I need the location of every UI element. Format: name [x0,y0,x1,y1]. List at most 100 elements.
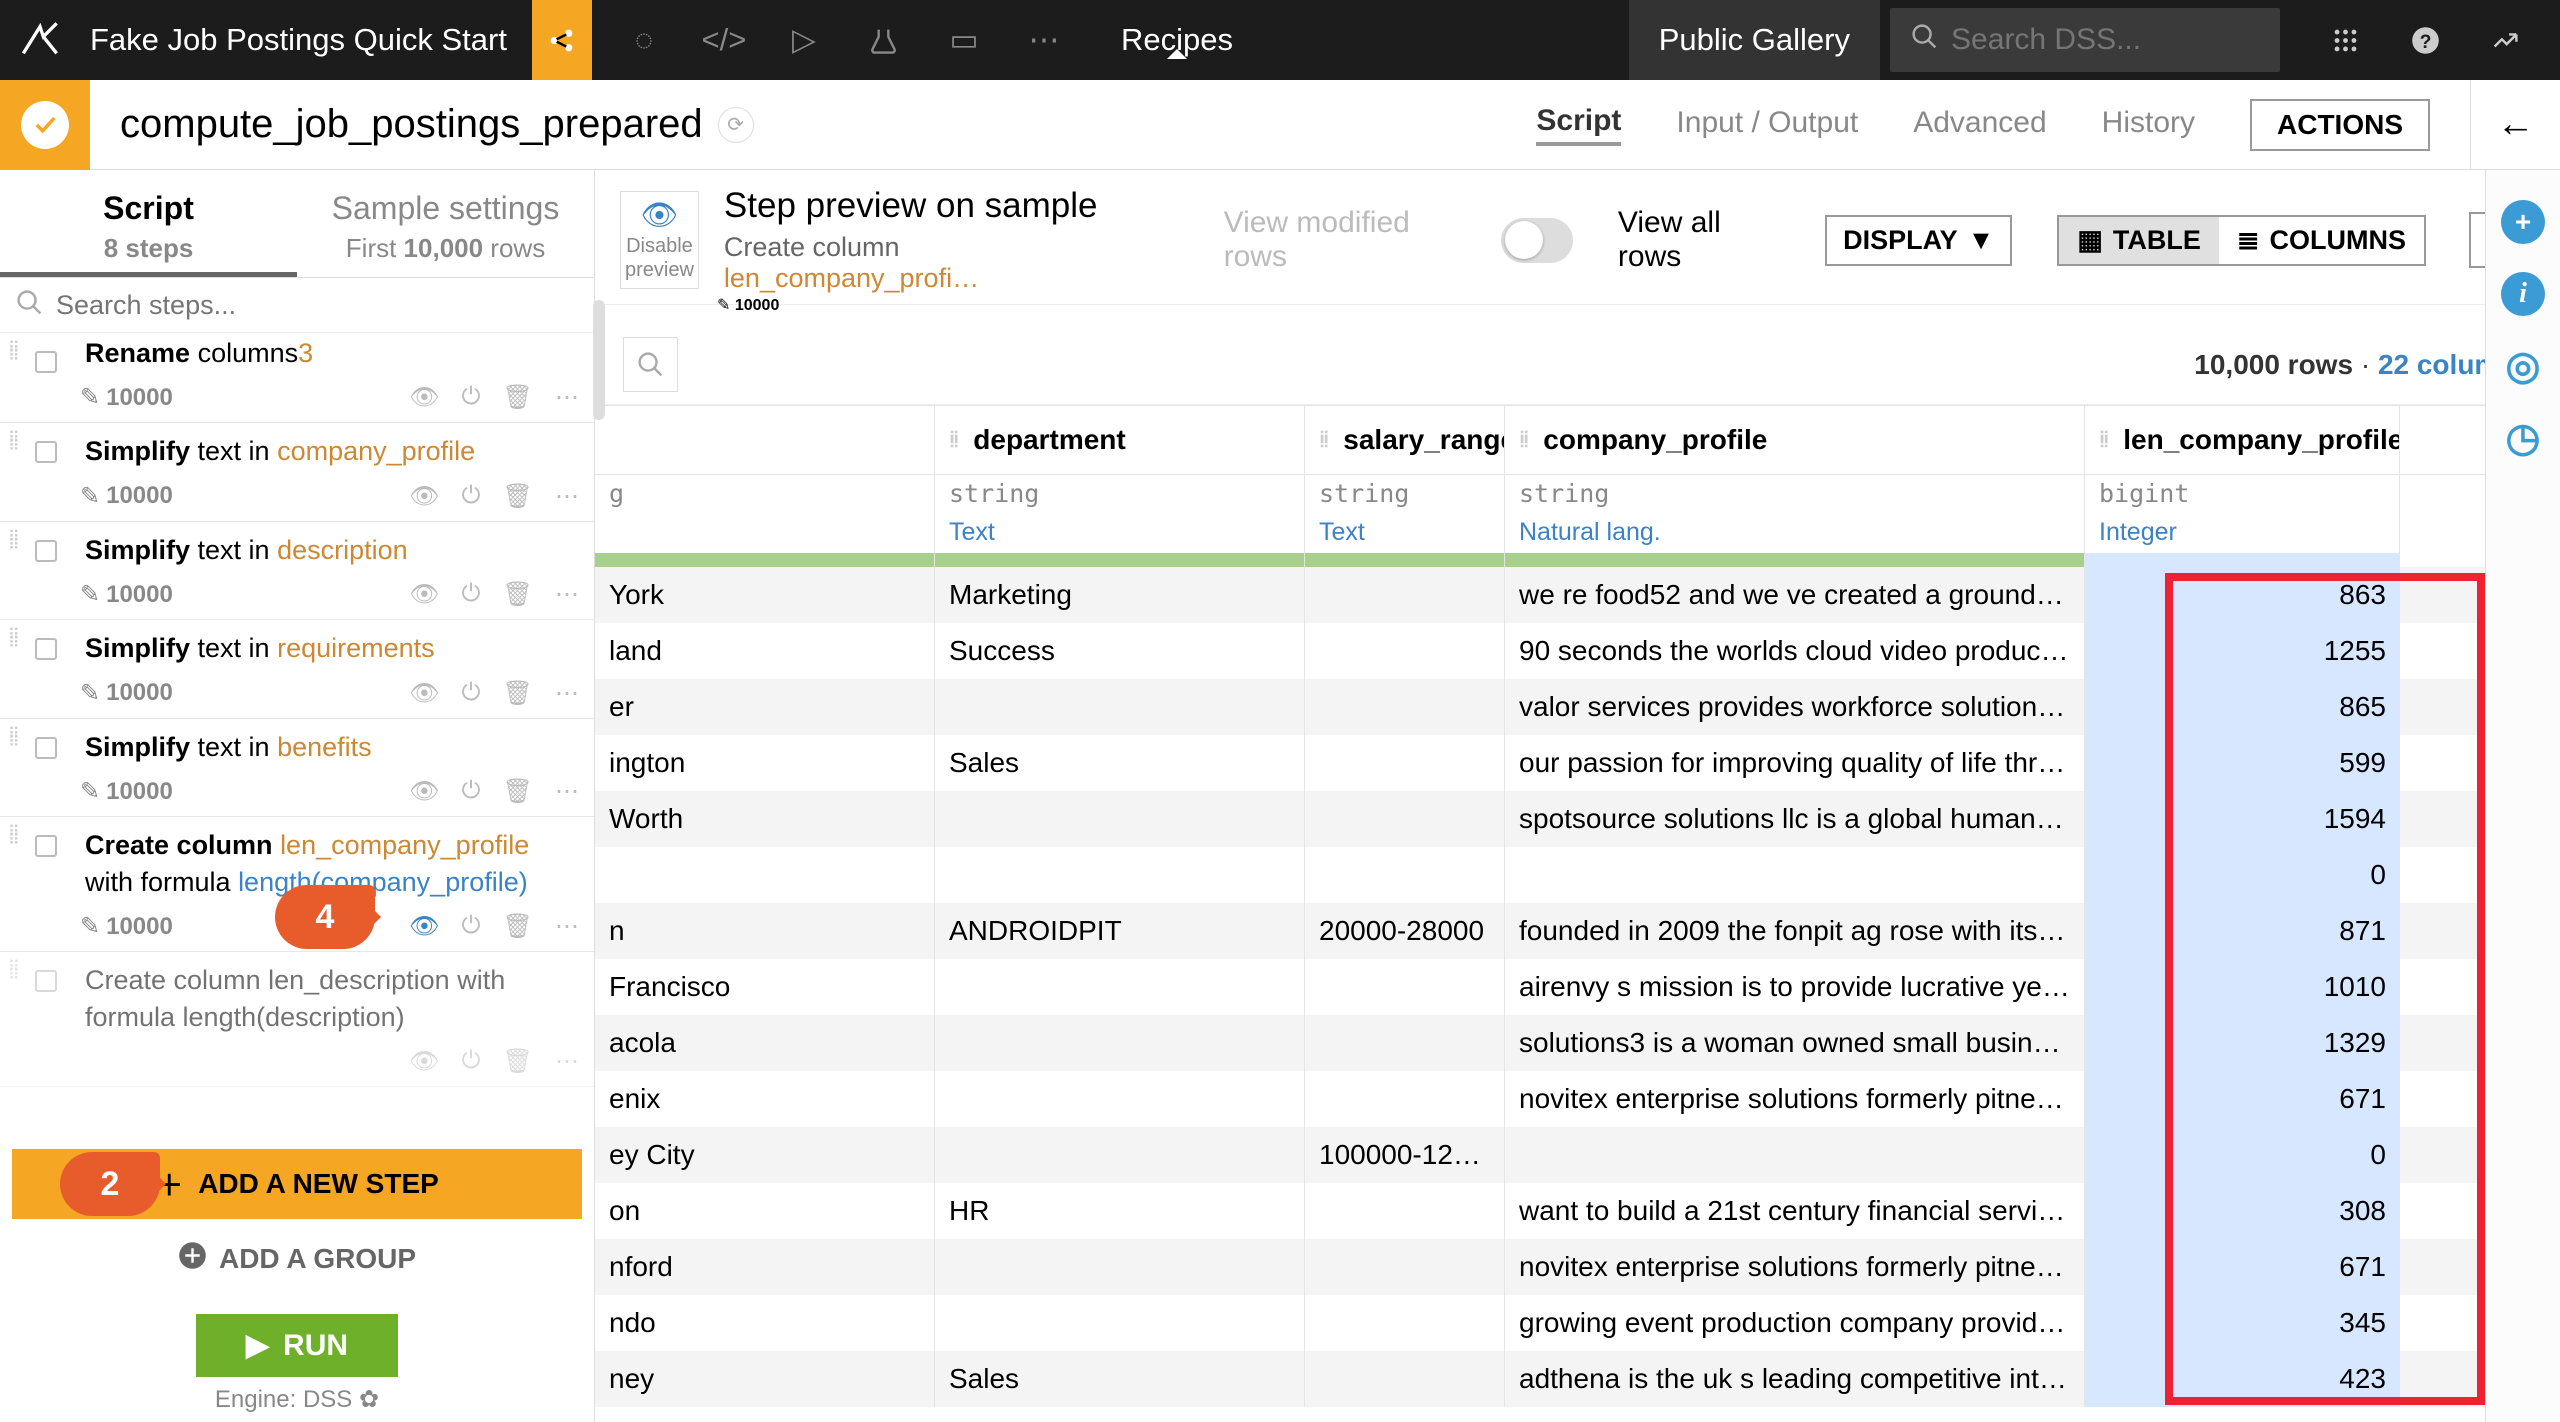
table-row[interactable]: er valor services provides workforce sol… [595,679,2560,735]
reload-icon[interactable]: ⟳ [718,107,754,143]
rail-plus-icon[interactable]: + [2501,200,2545,244]
table-row[interactable]: nford novitex enterprise solutions forme… [595,1239,2560,1295]
more-icon[interactable]: ⋯ [555,383,579,412]
step-checkbox[interactable] [35,638,57,660]
drag-handle-icon[interactable]: ⠿⠿ [8,632,22,648]
step-checkbox[interactable] [35,737,57,759]
more-icon[interactable]: ⋯ [555,912,579,941]
step-checkbox[interactable] [35,441,57,463]
step-checkbox[interactable] [35,970,57,992]
power-icon[interactable]: ⏻ [462,777,481,806]
power-icon[interactable]: ⏻ [462,679,481,708]
search-steps-input[interactable] [56,290,579,321]
column-header[interactable] [595,406,935,474]
table-row[interactable]: enix novitex enterprise solutions former… [595,1071,2560,1127]
more-icon[interactable]: ⋯ [555,580,579,609]
actions-button[interactable]: ACTIONS [2250,99,2430,151]
global-search[interactable] [1890,8,2280,72]
help-icon[interactable]: ? [2385,26,2465,55]
eye-icon[interactable]: 👁 [409,1047,439,1076]
column-meaning[interactable]: Text [1305,514,1505,553]
table-search-button[interactable] [623,337,678,392]
search-input[interactable] [1951,23,2255,57]
step-item[interactable]: ⠿⠿ Simplify text in requirements ✎10000 … [0,620,594,718]
play-icon[interactable]: ▷ [764,0,844,80]
search-steps[interactable] [0,278,594,333]
more-icon[interactable]: ⋯ [1004,0,1084,80]
table-row[interactable]: ey City 100000-120000 0 [595,1127,2560,1183]
view-toggle-switch[interactable] [1501,218,1573,263]
table-row[interactable]: land Success 90 seconds the worlds cloud… [595,623,2560,679]
step-item[interactable]: ⠿⠿ Simplify text in benefits ✎10000 👁 ⏻ … [0,719,594,817]
column-header[interactable]: ⠿⠿department [935,406,1305,474]
table-row[interactable]: York Marketing we re food52 and we ve cr… [595,567,2560,623]
step-checkbox[interactable] [35,351,57,373]
column-meaning[interactable]: Natural lang. [1505,514,2085,553]
table-row[interactable]: on HR want to build a 21st century finan… [595,1183,2560,1239]
eye-icon[interactable]: 👁 [409,383,439,412]
drag-handle-icon[interactable]: ⠿⠿ [8,964,22,980]
step-item[interactable]: ⠿⠿ Simplify text in description ✎10000 👁… [0,522,594,620]
column-meaning[interactable]: Text [935,514,1305,553]
column-meaning[interactable]: Integer [2085,514,2400,553]
add-group-button[interactable]: ADD A GROUP [12,1229,582,1289]
power-icon[interactable]: ⏻ [462,1047,481,1076]
table-row[interactable]: ndo growing event production company pro… [595,1295,2560,1351]
step-item[interactable]: ⠿⠿ Simplify text in company_profile ✎100… [0,423,594,521]
step-checkbox[interactable] [35,540,57,562]
drag-handle-icon[interactable]: ⠿⠿ [1319,434,1331,446]
tab-script[interactable]: Script [1536,104,1621,146]
columns-view-button[interactable]: ≣COLUMNS [2219,217,2424,264]
more-icon[interactable]: ⋯ [555,482,579,511]
share-icon[interactable] [532,0,592,80]
drag-handle-icon[interactable]: ⠿⠿ [8,731,22,747]
table-row[interactable]: 0 [595,847,2560,903]
column-header[interactable]: ⠿⠿company_profile [1505,406,2085,474]
left-tab-script[interactable]: Script 8 steps [0,170,297,277]
drag-handle-icon[interactable]: ⠿⠿ [8,534,22,550]
run-button[interactable]: ▶ RUN [196,1314,398,1377]
table-row[interactable]: Francisco airenvy s mission is to provid… [595,959,2560,1015]
power-icon[interactable]: ⏻ [462,580,481,609]
logo[interactable] [0,20,80,60]
step-item[interactable]: ⠿⠿ Create column len_description with fo… [0,952,594,1087]
step-item[interactable]: ⠿⠿ Rename columns3 ✎10000 👁 ⏻ 🗑 ⋯ [0,333,594,423]
rail-info-icon[interactable]: i [2501,272,2545,316]
rail-history-icon[interactable]: ◷ [2501,416,2545,460]
power-icon[interactable]: ⏻ [462,912,481,941]
drag-handle-icon[interactable]: ⠿⠿ [8,435,22,451]
eye-icon[interactable]: 👁 [409,580,439,609]
more-icon[interactable]: ⋯ [555,679,579,708]
tab-io[interactable]: Input / Output [1676,106,1858,144]
eye-icon[interactable]: 👁 [409,912,439,941]
trend-icon[interactable] [2465,26,2545,55]
table-row[interactable]: ington Sales our passion for improving q… [595,735,2560,791]
step-checkbox[interactable] [35,835,57,857]
power-icon[interactable]: ⏻ [462,482,481,511]
add-new-step-button[interactable]: 2 ＋ ADD A NEW STEP [12,1149,582,1219]
lab-icon[interactable] [844,0,924,80]
project-name[interactable]: Fake Job Postings Quick Start [80,22,532,58]
drag-handle-icon[interactable]: ⠿⠿ [8,345,22,361]
flow-icon[interactable]: ◌ [604,0,684,80]
trash-icon[interactable]: 🗑 [503,580,533,609]
eye-icon[interactable]: 👁 [409,679,439,708]
display-button[interactable]: DISPLAY▼ [1825,215,2012,266]
drag-handle-icon[interactable]: ⠿⠿ [8,829,22,845]
tab-advanced[interactable]: Advanced [1913,106,2046,144]
column-header[interactable]: ⠿⠿salary_range [1305,406,1505,474]
public-gallery[interactable]: Public Gallery [1629,0,1880,80]
eye-icon[interactable]: 👁 [409,482,439,511]
eye-icon[interactable]: 👁 [409,777,439,806]
dashboard-icon[interactable]: ▭ [924,0,1004,80]
code-icon[interactable]: </> [684,0,764,80]
tab-history[interactable]: History [2102,106,2195,144]
trash-icon[interactable]: 🗑 [503,777,533,806]
table-row[interactable]: n ANDROIDPIT 20000-28000 founded in 2009… [595,903,2560,959]
table-row[interactable]: Worth spotsource solutions llc is a glob… [595,791,2560,847]
rail-chat-icon[interactable]: ◎ [2501,344,2545,388]
table-view-button[interactable]: ▦TABLE [2059,217,2219,264]
trash-icon[interactable]: 🗑 [503,912,533,941]
table-row[interactable]: acola solutions3 is a woman owned small … [595,1015,2560,1071]
panel-resize-handle[interactable] [593,300,605,420]
